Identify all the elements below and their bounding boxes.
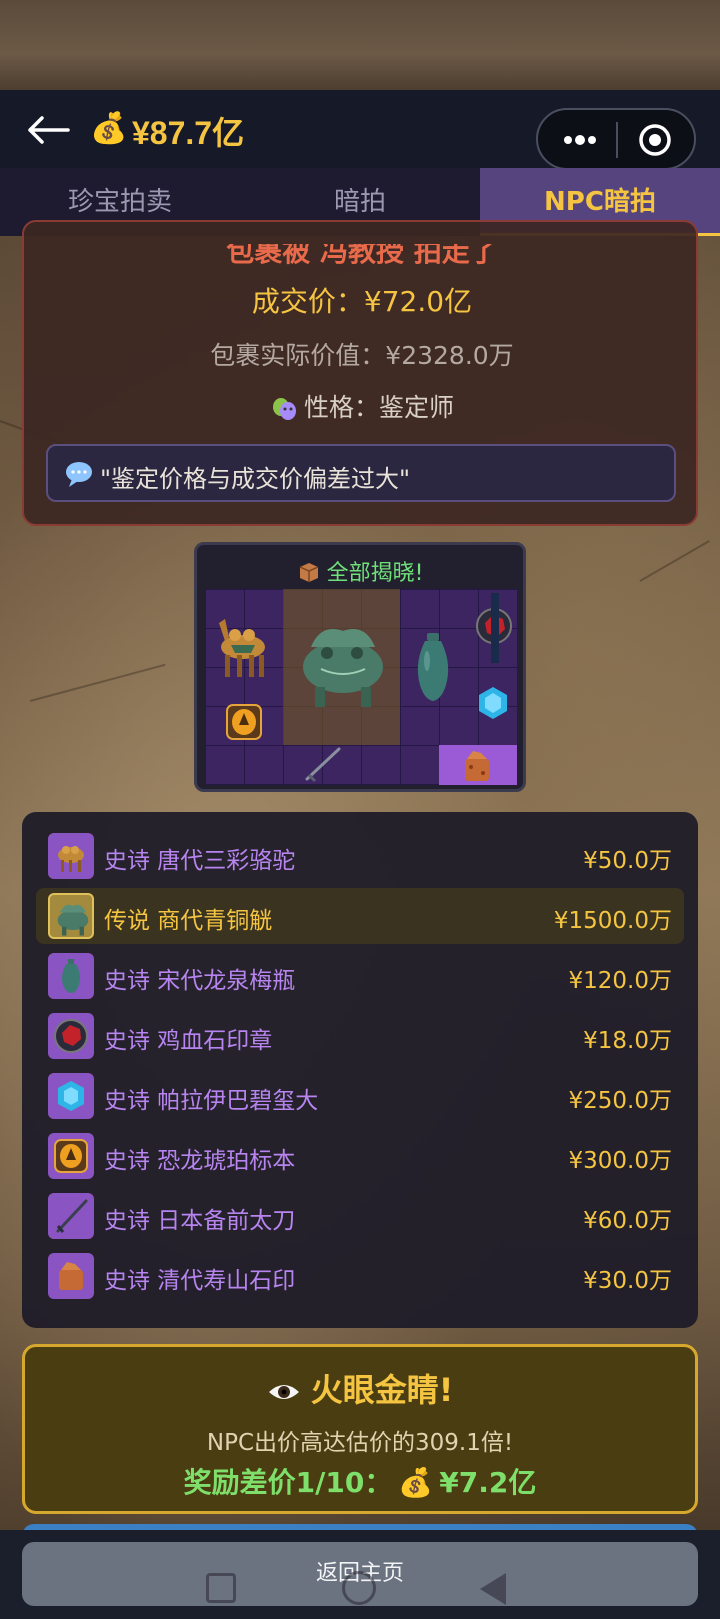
sword-icon — [48, 1193, 94, 1239]
list-item[interactable]: 史诗 清代寿山石印 ¥30.0万 — [36, 1248, 684, 1304]
bonus-description: NPC出价高达估价的309.1倍! — [206, 1430, 514, 1456]
camel-icon[interactable] — [211, 609, 275, 685]
npc-comment-text: "鉴定价格与成交价偏差过大" — [100, 465, 411, 493]
list-item[interactable]: 史诗 日本备前太刀 ¥60.0万 — [36, 1188, 684, 1244]
sword-icon[interactable] — [303, 745, 343, 783]
item-price: ¥1500.0万 — [553, 908, 672, 934]
back-arrow-icon[interactable] — [24, 110, 72, 150]
mini-program-capsule — [536, 108, 696, 170]
status-bar — [0, 0, 720, 90]
nav-recent-icon[interactable] — [206, 1573, 236, 1603]
actual-value: 包裹实际价值：¥2328.0万 — [210, 341, 514, 370]
stone-seal-icon[interactable] — [459, 749, 495, 783]
close-target-icon[interactable] — [638, 123, 672, 157]
list-item[interactable]: 史诗 唐代三彩骆驼 ¥50.0万 — [36, 828, 684, 884]
personality-line: 性格：鉴定师 — [24, 388, 700, 424]
item-name: 史诗 清代寿山石印 — [104, 1268, 296, 1294]
vase-icon[interactable] — [411, 631, 455, 703]
money-bag-icon: 💰 — [90, 111, 128, 146]
bronze-vessel-icon[interactable] — [291, 617, 395, 713]
list-item[interactable]: 传说 商代青铜觥 ¥1500.0万 — [36, 888, 684, 944]
seal-stone-icon — [48, 1013, 94, 1059]
item-name: 史诗 唐代三彩骆驼 — [104, 848, 296, 874]
camel-icon — [48, 833, 94, 879]
personality-text: 性格：鉴定师 — [303, 393, 454, 422]
item-price: ¥250.0万 — [568, 1088, 672, 1114]
item-price: ¥60.0万 — [583, 1208, 672, 1234]
bonus-reward: 奖励差价1/10： 💰 ¥7.2亿 — [183, 1466, 537, 1499]
nav-home-icon[interactable] — [342, 1571, 376, 1605]
eye-icon — [268, 1385, 299, 1399]
balance-display: ¥87.7亿 — [132, 115, 245, 151]
money-bag-icon: 💰 — [398, 1466, 434, 1499]
amber-icon — [48, 1133, 94, 1179]
grid-divider — [491, 593, 499, 663]
gem-icon — [48, 1073, 94, 1119]
item-name: 传说 商代青铜觥 — [104, 908, 273, 934]
item-name: 史诗 宋代龙泉梅瓶 — [104, 968, 296, 994]
item-name: 史诗 日本备前太刀 — [104, 1208, 296, 1234]
item-price: ¥30.0万 — [583, 1268, 672, 1294]
deal-price: 成交价：¥72.0亿 — [251, 285, 473, 318]
winner-line: 包裹被 冯教授 拍走了 — [226, 235, 498, 268]
vase-icon — [48, 953, 94, 999]
item-price: ¥18.0万 — [583, 1028, 672, 1054]
list-item[interactable]: 史诗 宋代龙泉梅瓶 ¥120.0万 — [36, 948, 684, 1004]
list-item[interactable]: 史诗 帕拉伊巴碧玺大 ¥250.0万 — [36, 1068, 684, 1124]
reveal-title: 全部揭晓! — [197, 555, 523, 587]
sharp-eye-bonus-card: 火眼金睛! NPC出价高达估价的309.1倍! 奖励差价1/10： 💰 ¥7.2亿 — [22, 1344, 698, 1514]
item-price: ¥50.0万 — [583, 848, 672, 874]
bronze-vessel-icon — [48, 893, 94, 939]
stone-seal-icon — [48, 1253, 94, 1299]
theater-mask-icon — [272, 398, 296, 420]
list-item[interactable]: 史诗 恐龙琥珀标本 ¥300.0万 — [36, 1128, 684, 1184]
more-dots-icon[interactable] — [560, 127, 600, 153]
item-name: 史诗 帕拉伊巴碧玺大 — [104, 1088, 319, 1114]
item-price: ¥120.0万 — [568, 968, 672, 994]
auction-result-card: 包裹被 冯教授 拍走了 成交价：¥72.0亿 包裹实际价值：¥2328.0万 性… — [22, 220, 698, 526]
gem-icon[interactable] — [477, 685, 509, 721]
nav-back-icon[interactable] — [480, 1573, 506, 1605]
bonus-title: 火眼金睛! — [25, 1365, 695, 1411]
package-icon — [299, 563, 318, 582]
npc-comment-box: "鉴定价格与成交价偏差过大" — [46, 444, 676, 502]
amber-icon[interactable] — [225, 703, 263, 741]
reveal-grid-panel: 全部揭晓! — [194, 542, 526, 792]
item-price: ¥300.0万 — [568, 1148, 672, 1174]
speech-bubble-icon — [66, 462, 92, 487]
item-list-panel: 史诗 唐代三彩骆驼 ¥50.0万 传说 商代青铜觥 ¥1500.0万 史诗 宋代… — [22, 812, 698, 1328]
list-item[interactable]: 史诗 鸡血石印章 ¥18.0万 — [36, 1008, 684, 1064]
capsule-divider — [616, 122, 618, 158]
item-grid — [205, 589, 517, 785]
item-name: 史诗 鸡血石印章 — [104, 1028, 273, 1054]
item-name: 史诗 恐龙琥珀标本 — [104, 1148, 296, 1174]
